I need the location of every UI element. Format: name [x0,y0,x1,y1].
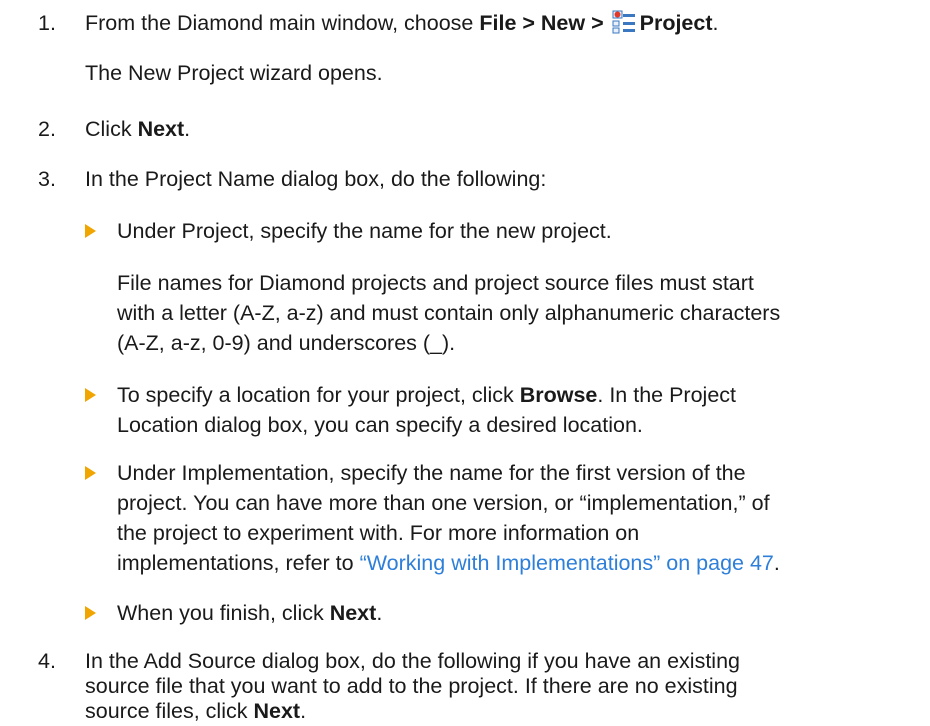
step-1-text: From the Diamond main window, choose Fil… [85,8,718,38]
bullet-4-suffix: . [376,601,383,625]
bullet-3-line-1: Under Implementation, specify the name f… [117,461,746,485]
document-page: 1. From the Diamond main window, choose … [0,0,930,723]
step-2-number: 2. [38,117,56,141]
step-2-button: Next [137,117,185,141]
bullet-4-text: When you finish, click Next. [117,598,382,628]
bullet-4-button: Next [329,601,377,625]
bullet-2-button: Browse [519,383,598,407]
bullet-3-line-3: the project to experiment with. For more… [117,521,640,545]
bullet-3-line-4: implementations, refer to “Working with … [117,548,780,578]
implementations-link[interactable]: “Working with Implementations” on page 4… [360,551,774,575]
step-4-button: Next [253,699,301,723]
bullet-3-line-2: project. You can have more than one vers… [117,491,770,515]
step-4-prefix: source files, click [85,699,254,723]
step-4-number: 4. [38,649,56,673]
bullet-4-prefix: When you finish, click [117,601,330,625]
bullet-3-suffix: . [773,551,780,575]
step-1-number: 1. [38,11,56,35]
bullet-triangle-icon [85,466,96,480]
bullet-1-note-line-3: (A-Z, a-z, 0-9) and underscores (_). [117,331,456,355]
bullet-triangle-icon [85,224,96,238]
bullet-2-prefix: To specify a location for your project, … [117,383,520,407]
step-1-note: The New Project wizard opens. [85,61,383,85]
project-icon [612,10,635,34]
step-3-text: In the Project Name dialog box, do the f… [85,167,547,191]
bullet-1-note-line-2: with a letter (A-Z, a-z) and must contai… [117,301,781,325]
step-1-prefix: From the Diamond main window, choose [85,11,480,35]
step-4-line-3: source files, click Next. [85,696,306,726]
step-2-prefix: Click [85,117,138,141]
bullet-triangle-icon [85,606,96,620]
step-3-number: 3. [38,167,56,191]
bullet-1-text: Under Project, specify the name for the … [117,219,612,243]
bullet-1-note-line-1: File names for Diamond projects and proj… [117,271,754,295]
bullet-triangle-icon [85,388,96,402]
step-2-text: Click Next. [85,114,190,144]
bullet-3-prefix: implementations, refer to [117,551,360,575]
step-1-menu-item: Project [639,11,713,35]
bullet-2-line-2: Location dialog box, you can specify a d… [117,413,643,437]
step-2-suffix: . [184,117,191,141]
step-1-suffix: . [712,11,719,35]
bullet-2-suffix: . In the Project [597,383,737,407]
bullet-2-line-1: To specify a location for your project, … [117,380,736,410]
step-1-menu-path: File > New > [479,11,610,35]
step-4-suffix: . [300,699,307,723]
